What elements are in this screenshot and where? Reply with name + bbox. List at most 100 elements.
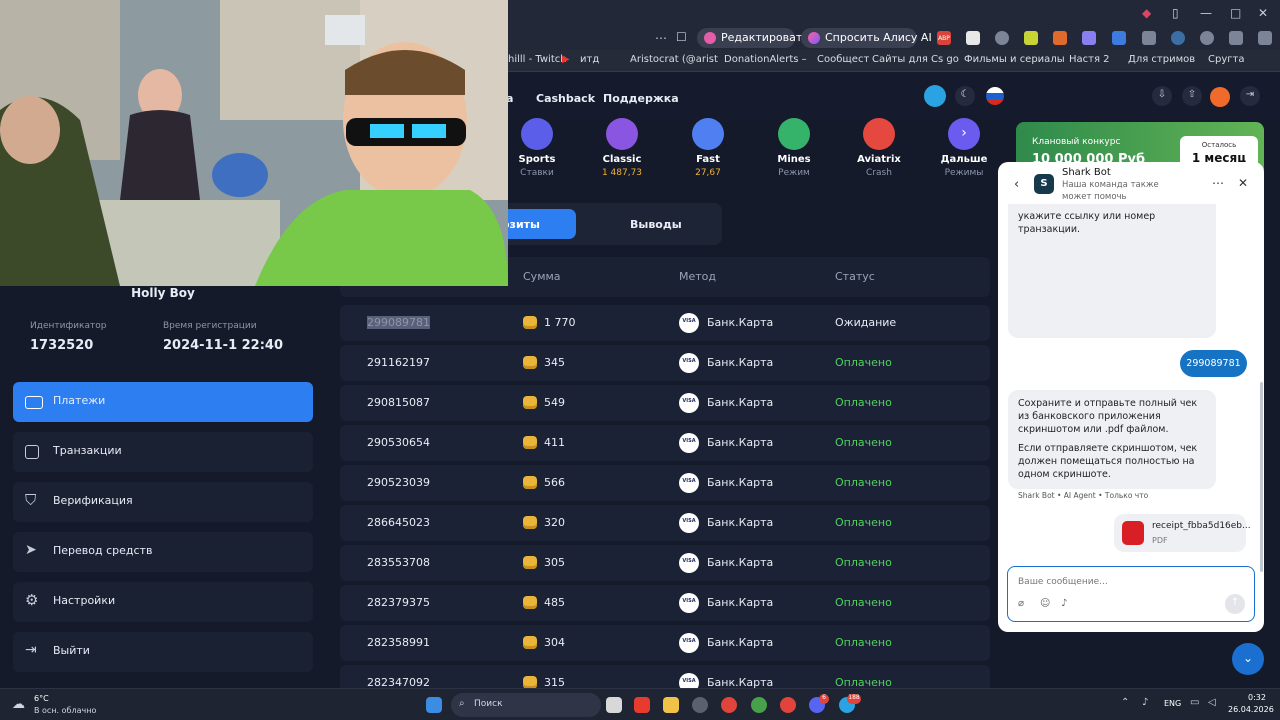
bookmark-itd[interactable]: итд [580, 54, 599, 65]
table-row[interactable]: 290523039 566 VISA Банк.Карта Оплачено [340, 465, 990, 501]
taskbar-search[interactable]: ⌕ Поиск [451, 693, 601, 717]
yandex-icon[interactable] [634, 697, 650, 713]
nav-cashback[interactable]: Cashback [536, 92, 595, 105]
logout-header-icon[interactable]: ⇥ [1240, 86, 1260, 106]
fox-icon[interactable] [1053, 31, 1067, 45]
emoji-icon[interactable]: ☺ [1040, 598, 1050, 609]
minimize-button[interactable]: — [1200, 6, 1212, 20]
game-classic[interactable]: Classic 1 487,73 [587, 118, 657, 178]
flag-ru-icon[interactable] [986, 87, 1004, 105]
table-row[interactable]: 290530654 411 VISA Банк.Карта Оплачено [340, 425, 990, 461]
table-row[interactable]: 282358991 304 VISA Банк.Карта Оплачено [340, 625, 990, 661]
tab-withdrawals[interactable]: Выводы [630, 218, 682, 231]
nav-support[interactable]: Поддержка [603, 92, 679, 105]
table-row[interactable]: 290815087 549 VISA Банк.Карта Оплачено [340, 385, 990, 421]
chat-toggle-button[interactable]: ⌄ [1232, 643, 1264, 675]
steam-icon[interactable] [692, 697, 708, 713]
attach-icon[interactable]: ⌀ [1018, 598, 1024, 609]
bookmark-films[interactable]: Фильмы и сериалы [964, 54, 1065, 65]
lang-indicator[interactable]: ENG [1164, 699, 1181, 708]
game-more[interactable]: › Дальше Режимы [929, 118, 999, 178]
table-row[interactable]: 291162197 345 VISA Банк.Карта Оплачено [340, 345, 990, 381]
volume-icon[interactable]: ◁ [1208, 697, 1216, 708]
sidebar-item-payments[interactable]: Платежи [13, 382, 313, 422]
bookmark-nastya[interactable]: Настя 2 [1069, 54, 1110, 65]
game-mines[interactable]: Mines Режим [759, 118, 829, 178]
bookmark-cs-sites[interactable]: Сайты для Cs go [872, 54, 959, 65]
folder-icon[interactable] [663, 697, 679, 713]
bookmark-twitch[interactable]: hilll - Twitch [508, 54, 567, 65]
puzzle-icon[interactable] [1229, 31, 1243, 45]
clock-date[interactable]: 26.04.2026 [1228, 705, 1274, 714]
extension-icon[interactable] [1024, 31, 1038, 45]
coin-icon [523, 316, 537, 329]
adblock-icon[interactable]: ABP [937, 31, 951, 45]
message-input[interactable]: Ваше сообщение... ⌀ ☺ ♪ ↑ [1007, 566, 1255, 622]
bank-card-icon: VISA [679, 553, 699, 573]
bot-avatar: S [1034, 174, 1054, 194]
table-row[interactable]: 282379375 485 VISA Банк.Карта Оплачено [340, 585, 990, 621]
bookmark-icon[interactable]: ☐ [676, 30, 687, 44]
clock-time[interactable]: 0:32 [1248, 693, 1266, 702]
table-row[interactable]: 283553708 305 VISA Банк.Карта Оплачено [340, 545, 990, 581]
vpn-icon[interactable] [1171, 31, 1185, 45]
youtube-icon: ▶ [562, 54, 570, 65]
bookmark-community[interactable]: Сообщест [817, 54, 869, 65]
close-chat-icon[interactable]: ✕ [1238, 176, 1248, 190]
game-sports[interactable]: Sports Ставки [502, 118, 572, 178]
table-row[interactable]: 299089781 1 770 VISA Банк.Карта Ожидание [340, 305, 990, 341]
sidebar-item-logout[interactable]: ⇥ Выйти [13, 632, 313, 672]
back-icon[interactable]: ‹ [1014, 177, 1019, 192]
more-icon[interactable]: ⋯ [655, 31, 667, 45]
chat-scrollbar[interactable] [1260, 382, 1263, 572]
app-icon[interactable] [751, 697, 767, 713]
bot-message: Сохраните и отправьте полный чек из банк… [1008, 390, 1216, 489]
mic-icon[interactable]: ♪ [1061, 598, 1067, 609]
moon-icon[interactable]: ☾ [955, 86, 975, 106]
coin-icon [523, 636, 537, 649]
upload-icon[interactable]: ⇧ [1182, 86, 1202, 106]
edit-button[interactable]: Редактировать [697, 28, 809, 48]
sidebar-item-transactions[interactable]: Транзакции [13, 432, 313, 472]
avatar[interactable] [1210, 87, 1230, 107]
alice-button[interactable]: Спросить Алису AI [801, 28, 932, 48]
bookmark-streams[interactable]: Для стримов [1128, 54, 1195, 65]
qr-icon[interactable] [966, 31, 980, 45]
plane-icon [863, 118, 895, 150]
bookmark-aristocrat[interactable]: Aristocrat (@arist [630, 54, 718, 65]
bookmark-srugta[interactable]: Сругта [1208, 54, 1244, 65]
game-fast[interactable]: Fast 27,67 [673, 118, 743, 178]
tray-chevron-icon[interactable]: ⌃ [1121, 697, 1129, 708]
maximize-button[interactable]: □ [1230, 6, 1241, 20]
windows-start-icon[interactable] [426, 697, 442, 713]
chrome-icon[interactable] [721, 697, 737, 713]
coin-icon [523, 556, 537, 569]
close-window-button[interactable]: ✕ [1258, 6, 1268, 20]
wallet-icon[interactable] [1112, 31, 1126, 45]
play-icon[interactable] [1200, 31, 1214, 45]
send-button[interactable]: ↑ [1225, 594, 1245, 614]
network-icon[interactable]: ▭ [1190, 697, 1199, 708]
sidebar-item-settings[interactable]: ⚙ Настройки [13, 582, 313, 622]
sports-icon [521, 118, 553, 150]
bank-card-icon: VISA [679, 313, 699, 333]
sidebar-item-verification[interactable]: ⛉ Верификация [13, 482, 313, 522]
download-icon[interactable] [1258, 31, 1272, 45]
game-icon[interactable] [1082, 31, 1096, 45]
more-options-icon[interactable]: ⋯ [1212, 176, 1224, 190]
telegram-icon[interactable] [924, 85, 946, 107]
chrome-2-icon[interactable] [780, 697, 796, 713]
shield-ext-icon[interactable] [1142, 31, 1156, 45]
mic-tray-icon[interactable]: ♪ [1142, 697, 1148, 708]
table-row[interactable]: 286645023 320 VISA Банк.Карта Оплачено [340, 505, 990, 541]
game-aviatrix[interactable]: Aviatrix Crash [844, 118, 914, 178]
download-site-icon[interactable]: ⇩ [1152, 86, 1172, 106]
notification-icon[interactable]: ▯ [1172, 6, 1179, 20]
bookmark-donationalerts[interactable]: DonationAlerts – [724, 54, 807, 65]
bot-message-prev: укажите ссылку или номер транзакции. [1008, 204, 1216, 338]
globe-icon[interactable] [995, 31, 1009, 45]
task-view-icon[interactable] [606, 697, 622, 713]
sidebar-item-transfer[interactable]: ➤ Перевод средств [13, 532, 313, 572]
tab-deposits[interactable]: озиты [500, 209, 576, 239]
file-attachment[interactable]: receipt_fbba5d16eb... PDF [1114, 514, 1251, 552]
